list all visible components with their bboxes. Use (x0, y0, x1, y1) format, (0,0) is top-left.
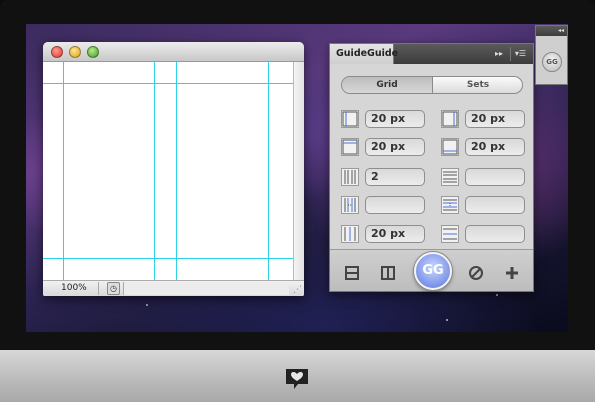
row-midpoint-icon (441, 225, 459, 243)
top-margin-icon (341, 138, 359, 156)
close-window-button[interactable] (51, 46, 63, 58)
column-count-input[interactable]: 2 (365, 168, 425, 186)
status-menu-icon[interactable]: ◷ (107, 282, 120, 295)
zoom-window-button[interactable] (87, 46, 99, 58)
window-statusbar: 100% ◷ ⋰ (43, 280, 304, 296)
panel-menu-icon[interactable]: ▾☰ (510, 47, 530, 61)
guideguide-dock-button[interactable]: GG (542, 52, 562, 72)
right-margin-input[interactable]: 20 px (465, 110, 525, 128)
column-midpoint-input[interactable]: 20 px (365, 225, 425, 243)
horizontal-guide (43, 258, 293, 259)
vertical-scrollbar[interactable] (293, 62, 304, 280)
clear-guides-icon[interactable] (468, 265, 484, 281)
vertical-guides-icon[interactable] (380, 265, 396, 281)
column-gutter-icon (341, 196, 359, 214)
tab-sets[interactable]: Sets (433, 77, 522, 93)
horizontal-guides-icon[interactable] (344, 265, 360, 281)
imac-frame: 100% ◷ ⋰ GuideGuide ▸▸ ▾☰ Grid Sets 20 p… (0, 0, 595, 402)
left-margin-input[interactable]: 20 px (365, 110, 425, 128)
column-gutter-input[interactable] (365, 196, 425, 214)
horizontal-guide (43, 83, 293, 84)
vertical-guide (154, 62, 155, 280)
row-gutter-icon (441, 196, 459, 214)
top-margin-input[interactable]: 20 px (365, 138, 425, 156)
panel-title-tab[interactable]: GuideGuide (330, 44, 398, 64)
row-count-input[interactable] (465, 168, 525, 186)
expand-dock-icon[interactable]: ◂◂ (536, 26, 567, 36)
window-titlebar[interactable] (43, 42, 304, 62)
bottom-margin-input[interactable]: 20 px (465, 138, 525, 156)
horizontal-scrollbar[interactable] (123, 282, 289, 295)
add-guide-icon[interactable] (504, 265, 520, 281)
grid-sets-toggle: Grid Sets (341, 76, 523, 94)
resize-grip-icon[interactable]: ⋰ (292, 285, 302, 295)
column-count-icon (341, 168, 359, 186)
make-grid-button[interactable]: GG (414, 252, 452, 290)
guideguide-panel: GuideGuide ▸▸ ▾☰ Grid Sets 20 px 20 px 2… (329, 43, 534, 292)
collapsed-panel-dock: ◂◂ GG (535, 25, 568, 85)
column-midpoint-icon (341, 225, 359, 243)
tab-grid[interactable]: Grid (342, 77, 433, 93)
bottom-margin-icon (441, 138, 459, 156)
panel-action-bar: GG (330, 249, 533, 291)
vertical-guide (268, 62, 269, 280)
panel-forward-icon[interactable]: ▸▸ (492, 47, 506, 61)
zoom-level[interactable]: 100% (47, 282, 99, 295)
minimize-window-button[interactable] (69, 46, 81, 58)
document-canvas[interactable] (43, 62, 293, 280)
heart-speech-bubble-logo-icon (286, 369, 308, 389)
row-count-icon (441, 168, 459, 186)
vertical-guide (176, 62, 177, 280)
panel-tab-bar: GuideGuide ▸▸ ▾☰ (330, 44, 533, 64)
right-margin-icon (441, 110, 459, 128)
row-midpoint-input[interactable] (465, 225, 525, 243)
document-window: 100% ◷ ⋰ (43, 42, 304, 296)
vertical-guide (63, 62, 64, 280)
left-margin-icon (341, 110, 359, 128)
row-gutter-input[interactable] (465, 196, 525, 214)
